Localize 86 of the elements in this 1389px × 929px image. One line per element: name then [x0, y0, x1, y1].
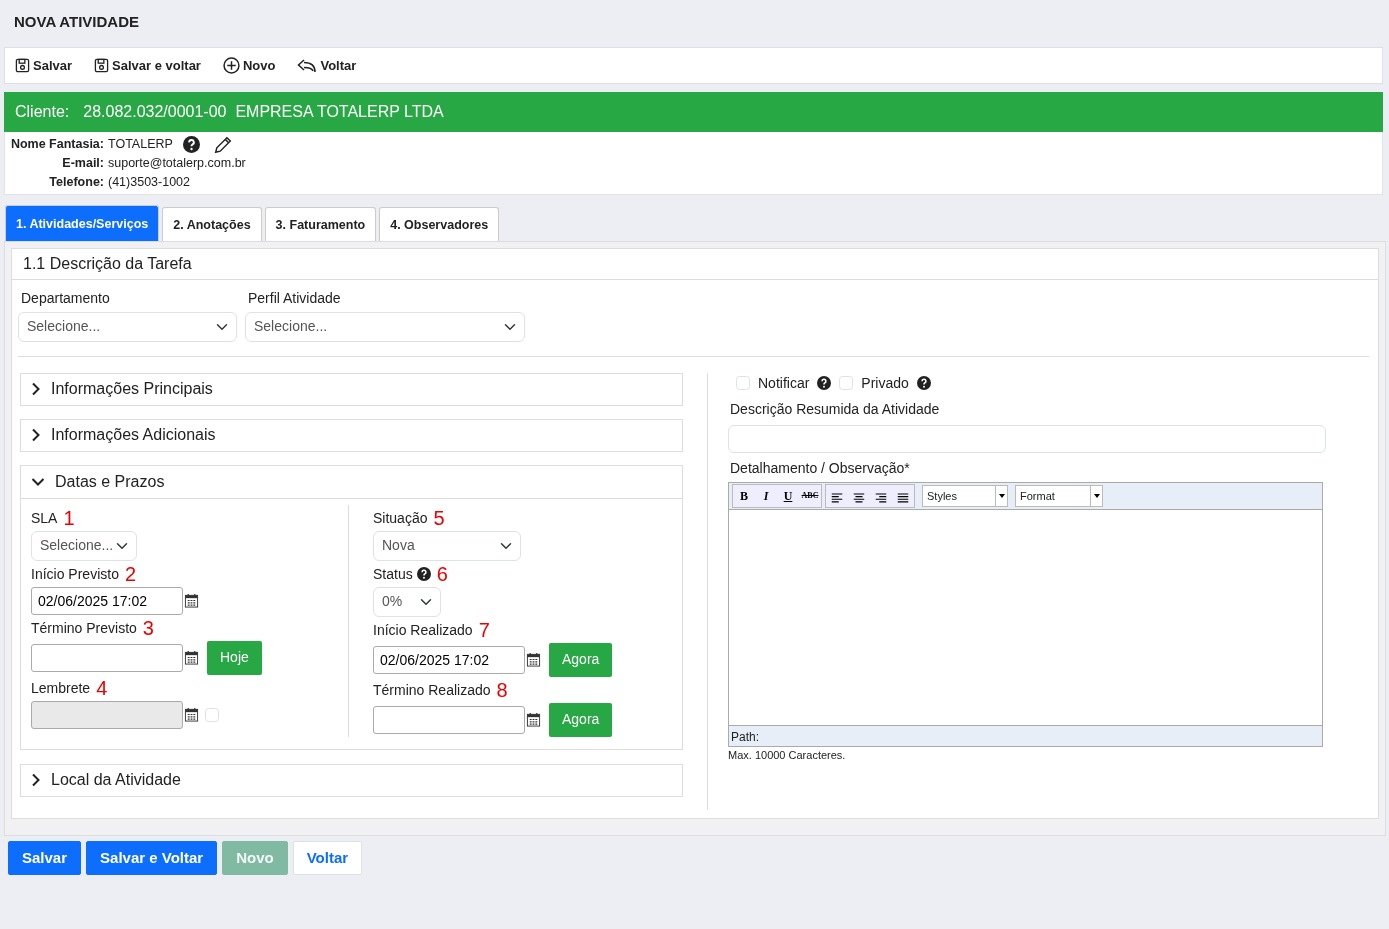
select-field[interactable]: 0% — [373, 586, 441, 617]
toolbar-button[interactable]: Voltar — [297, 55, 357, 76]
calendar-icon[interactable] — [184, 650, 199, 666]
field-label: Lembrete — [31, 678, 91, 698]
accordion-header[interactable]: Informações Adicionais — [20, 418, 683, 452]
styles-dropdown[interactable]: Styles — [922, 484, 1008, 507]
tab[interactable]: 2. Anotações — [162, 207, 262, 241]
calendar-icon[interactable] — [526, 712, 541, 728]
annotation-number: 3 — [142, 618, 154, 639]
annotation-number: 5 — [433, 508, 445, 529]
field-value: TOTALERP — [108, 136, 173, 154]
field-label: Término Realizado — [373, 680, 491, 700]
checkbox[interactable] — [839, 376, 854, 391]
field-value: (41)3503-1002 — [108, 174, 190, 192]
plus-circle-icon — [222, 57, 240, 74]
field-label: Status — [373, 564, 413, 584]
accordion-header[interactable]: Informações Principais — [20, 372, 683, 406]
annotation-number: 4 — [96, 678, 108, 699]
field-label: Início Previsto — [31, 564, 119, 584]
chevron-right-icon — [31, 773, 41, 788]
field-label: Nome Fantasia: — [9, 136, 104, 154]
field-label: Início Realizado — [373, 620, 473, 640]
annotation-number: 7 — [478, 620, 490, 641]
action-button[interactable]: Salvar — [8, 840, 82, 875]
field-label: Perfil Atividade — [247, 288, 342, 308]
caret-icon — [998, 493, 1005, 498]
tab[interactable]: 4. Observadores — [379, 207, 500, 241]
help-icon[interactable] — [817, 376, 832, 391]
calendar-icon[interactable] — [526, 652, 541, 668]
date-field[interactable]: 02/06/2025 17:02 — [373, 645, 525, 674]
field-label: Detalhamento / Observação* — [730, 458, 911, 478]
toolbar-button[interactable]: Salvar — [15, 55, 73, 76]
select-field[interactable]: Selecione... — [245, 311, 525, 342]
action-button[interactable]: Voltar — [292, 840, 363, 875]
field-label: SLA — [31, 508, 58, 528]
toolbar-button[interactable]: Salvar e voltar — [94, 55, 201, 76]
checkbox[interactable] — [736, 376, 750, 391]
field-label: E-mail: — [61, 155, 104, 173]
format-button[interactable]: I — [755, 484, 777, 507]
tab[interactable]: 1. Atividades/Serviços — [5, 205, 160, 241]
annotation-number: 8 — [496, 680, 508, 701]
field-label: Situação — [373, 508, 428, 528]
client-label: Cliente: — [15, 102, 70, 122]
character-limit-note: Max. 10000 Caracteres. — [728, 747, 847, 763]
date-field[interactable] — [373, 705, 525, 734]
caret-icon — [1093, 493, 1100, 498]
annotation-number: 2 — [124, 564, 137, 585]
pencil-icon[interactable] — [213, 135, 232, 154]
help-icon[interactable] — [182, 136, 200, 153]
calendar-icon[interactable] — [184, 707, 199, 723]
toolbar-button[interactable]: Novo — [222, 55, 276, 76]
reply-arrow-icon — [297, 57, 318, 74]
format-button[interactable]: ABC — [799, 484, 821, 507]
format-button[interactable]: U — [777, 484, 799, 507]
field-value: suporte@totalerp.com.br — [108, 155, 246, 173]
section-title: 1.1 Descrição da Tarefa — [12, 248, 1378, 280]
client-name: 28.082.032/0001-00 EMPRESA TOTALERP LTDA — [83, 102, 444, 122]
format-dropdown[interactable]: Format — [1015, 484, 1103, 507]
page-title: NOVA ATIVIDADE — [13, 12, 140, 32]
action-button[interactable]: Salvar e Voltar — [86, 840, 218, 875]
field-label: Departamento — [20, 288, 111, 308]
tab[interactable]: 3. Faturamento — [264, 207, 377, 241]
text-field[interactable] — [728, 424, 1326, 453]
help-icon[interactable] — [416, 567, 431, 582]
calendar-icon[interactable] — [184, 593, 199, 609]
annotation-number: 6 — [436, 564, 448, 585]
chevron-down-icon — [31, 476, 45, 487]
format-button[interactable]: B — [733, 484, 755, 507]
select-field[interactable]: Nova — [373, 530, 521, 561]
checkbox-label: Privado — [861, 373, 909, 393]
field-label: Telefone: — [48, 174, 104, 192]
select-field[interactable]: Selecione... — [18, 311, 237, 342]
save-icon — [94, 58, 110, 73]
annotation-number: 1 — [63, 508, 75, 529]
help-icon[interactable] — [916, 376, 931, 391]
checkbox-label: Notificar — [758, 373, 810, 393]
editor-path-label: Path: — [729, 724, 1322, 746]
chevron-right-icon — [31, 382, 41, 397]
field-label: Descrição Resumida da Atividade — [730, 399, 941, 419]
chevron-right-icon — [31, 428, 41, 443]
date-field[interactable] — [31, 643, 183, 672]
field-label: Término Previsto — [31, 618, 137, 638]
select-field[interactable]: Selecione... — [31, 530, 137, 561]
accordion-header[interactable]: Local da Atividade — [20, 763, 683, 797]
save-icon — [15, 58, 30, 73]
date-field[interactable]: 02/06/2025 17:02 — [31, 586, 183, 615]
